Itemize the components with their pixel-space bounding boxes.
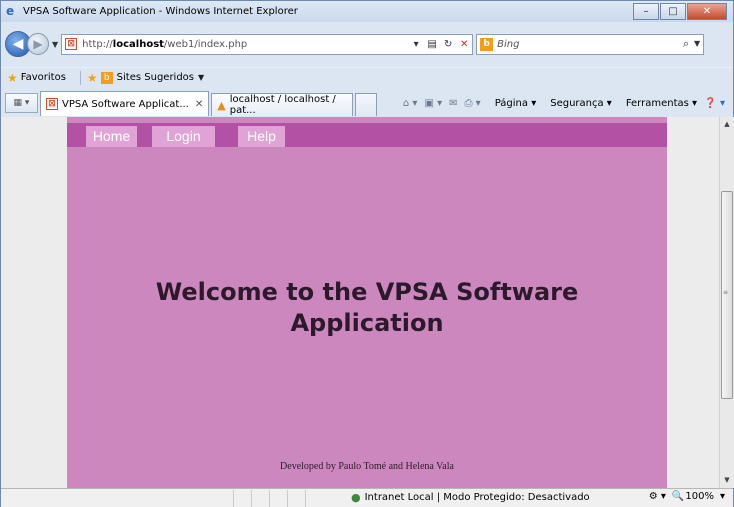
address-url[interactable]: http://localhost/web1/index.php <box>82 39 247 50</box>
favorites-bar: ★ Favoritos ★ b Sites Sugeridos ▼ <box>1 67 733 87</box>
home-icon[interactable]: ⌂ ▾ <box>403 98 418 109</box>
url-host: localhost <box>112 38 164 50</box>
minimize-button[interactable]: – <box>633 3 659 20</box>
bing-icon: b <box>480 37 494 51</box>
help-icon[interactable]: ❓ ▾ <box>704 98 725 109</box>
site-favicon: ⊠ <box>46 98 58 110</box>
scroll-down-arrow-icon[interactable]: ▼ <box>720 473 734 488</box>
stop-icon[interactable]: ✕ <box>456 39 472 50</box>
print-icon[interactable]: ⎙ ▾ <box>465 98 481 109</box>
security-zone[interactable]: ● Intranet Local | Modo Protegido: Desac… <box>351 491 590 504</box>
history-dropdown-icon[interactable]: ▼ <box>52 40 58 49</box>
suggested-sites-icon: b <box>100 71 113 84</box>
internet-explorer-icon: e <box>6 4 15 18</box>
globe-icon: ● <box>351 491 361 504</box>
page-menu[interactable]: Página ▾ <box>488 98 537 109</box>
zoom-icon[interactable]: 🔍 <box>672 491 684 502</box>
zone-text: Intranet Local | Modo Protegido: Desacti… <box>364 492 590 503</box>
refresh-icon[interactable]: ↻ <box>440 39 456 50</box>
protected-mode-icon[interactable]: ⚙ ▾ <box>649 491 666 502</box>
page-heading: Welcome to the VPSA Software Application <box>67 277 667 339</box>
site-favicon: ⊠ <box>65 38 78 50</box>
page-heading-line-2: Application <box>290 309 444 337</box>
zoom-level[interactable]: 100% <box>685 491 714 502</box>
scroll-grip-icon: ≡ <box>723 289 729 296</box>
status-bar: ● Intranet Local | Modo Protegido: Desac… <box>1 488 733 507</box>
address-tools: ▾ ▤ ↻ ✕ <box>408 35 472 54</box>
command-bar: ⌂ ▾ ▣ ▾ ✉ ⎙ ▾ Página ▾ Segurança ▾ Ferra… <box>396 93 725 113</box>
search-input[interactable]: Bing <box>497 39 519 50</box>
tab-label: VPSA Software Applicat... <box>62 98 189 110</box>
address-dropdown-icon[interactable]: ▾ <box>408 39 424 50</box>
suggested-sites-link[interactable]: Sites Sugeridos <box>117 72 194 83</box>
zoom-dropdown-icon[interactable]: ▾ <box>720 491 725 502</box>
quick-tabs-button[interactable]: ▦ ▾ <box>5 93 38 113</box>
navigation-toolbar: ◀ ▶ ▼ ⊠ http://localhost/web1/index.php … <box>1 24 733 64</box>
favorites-star-icon[interactable]: ★ <box>7 71 18 85</box>
status-cell <box>269 489 287 507</box>
suggested-sites-dropdown-icon[interactable]: ▼ <box>198 73 204 82</box>
tab-vpsa[interactable]: ⊠ VPSA Software Applicat... ✕ <box>40 91 210 116</box>
browser-window: e VPSA Software Application - Windows In… <box>0 0 734 507</box>
window-controls: – □ ✕ <box>632 3 727 20</box>
status-right: ⚙ ▾ 🔍 100% ▾ <box>643 491 725 502</box>
scroll-up-arrow-icon[interactable]: ▲ <box>720 117 734 132</box>
compatibility-view-icon[interactable]: ▤ <box>424 39 440 50</box>
page-heading-line-1: Welcome to the VPSA Software <box>155 278 579 306</box>
vertical-scrollbar[interactable]: ▲ ≡ ▼ <box>719 117 734 488</box>
address-bar[interactable]: ⊠ http://localhost/web1/index.php ▾ ▤ ↻ … <box>61 33 474 55</box>
nav-home-link[interactable]: Home <box>86 126 137 147</box>
feeds-icon[interactable]: ▣ ▾ <box>424 98 442 109</box>
status-cell <box>287 489 305 507</box>
forward-button[interactable]: ▶ <box>27 33 49 55</box>
safety-menu[interactable]: Segurança ▾ <box>543 98 612 109</box>
search-options-dropdown-icon[interactable]: ▼ <box>694 39 700 48</box>
site-footer: Developed by Paulo Tomé and Helena Vala <box>280 461 454 472</box>
status-cell <box>233 489 251 507</box>
maximize-button[interactable]: □ <box>660 3 686 20</box>
title-bar: e VPSA Software Application - Windows In… <box>1 1 733 22</box>
add-favorite-icon[interactable]: ★ <box>87 71 98 85</box>
mail-icon[interactable]: ✉ <box>449 98 457 109</box>
favorites-button[interactable]: Favoritos <box>21 72 66 83</box>
tab-phpmyadmin[interactable]: ▲ localhost / localhost / pat... <box>211 93 354 116</box>
close-window-button[interactable]: ✕ <box>687 3 727 20</box>
page-viewport: Home Login Help Welcome to the VPSA Soft… <box>1 117 719 488</box>
site-nav-bar: Home Login Help <box>67 123 667 147</box>
nav-help-link[interactable]: Help <box>238 126 285 147</box>
site-page: Home Login Help Welcome to the VPSA Soft… <box>67 117 667 488</box>
close-tab-icon[interactable]: ✕ <box>195 99 203 110</box>
status-cell <box>251 489 269 507</box>
status-cell <box>305 489 323 507</box>
phpmyadmin-icon: ▲ <box>217 98 226 112</box>
nav-login-link[interactable]: Login <box>152 126 215 147</box>
search-icon[interactable]: ⌕ <box>683 37 689 51</box>
search-box[interactable]: b Bing ⌕ ▼ <box>476 33 705 55</box>
window-title: VPSA Software Application - Windows Inte… <box>23 6 298 17</box>
separator <box>79 70 81 85</box>
new-tab-button[interactable] <box>355 93 378 116</box>
tools-menu[interactable]: Ferramentas ▾ <box>619 98 697 109</box>
tab-label: localhost / localhost / pat... <box>229 94 336 116</box>
